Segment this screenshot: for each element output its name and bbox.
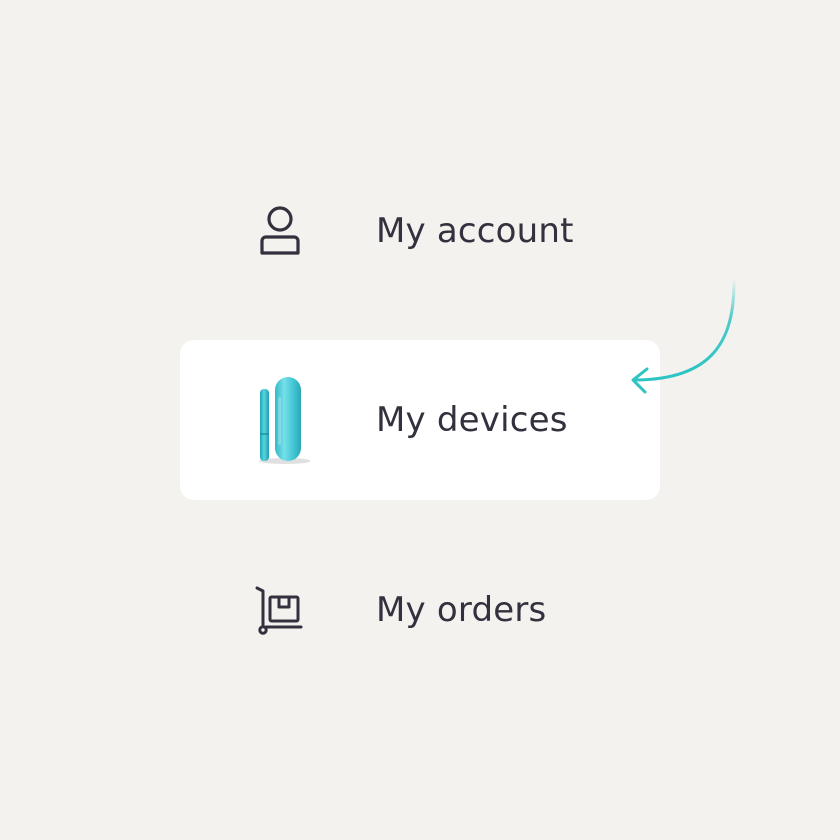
menu-item-my-devices[interactable]: My devices	[180, 340, 660, 500]
curved-arrow-icon	[631, 280, 736, 394]
device-image	[240, 370, 320, 470]
menu-item-my-orders[interactable]: My orders	[180, 530, 660, 690]
package-trolley-icon	[240, 560, 320, 660]
menu-item-label: My account	[376, 211, 574, 251]
menu-item-label: My orders	[376, 590, 547, 630]
person-icon	[240, 181, 320, 281]
menu-item-my-account[interactable]: My account	[180, 151, 660, 311]
menu-item-label: My devices	[376, 400, 568, 440]
